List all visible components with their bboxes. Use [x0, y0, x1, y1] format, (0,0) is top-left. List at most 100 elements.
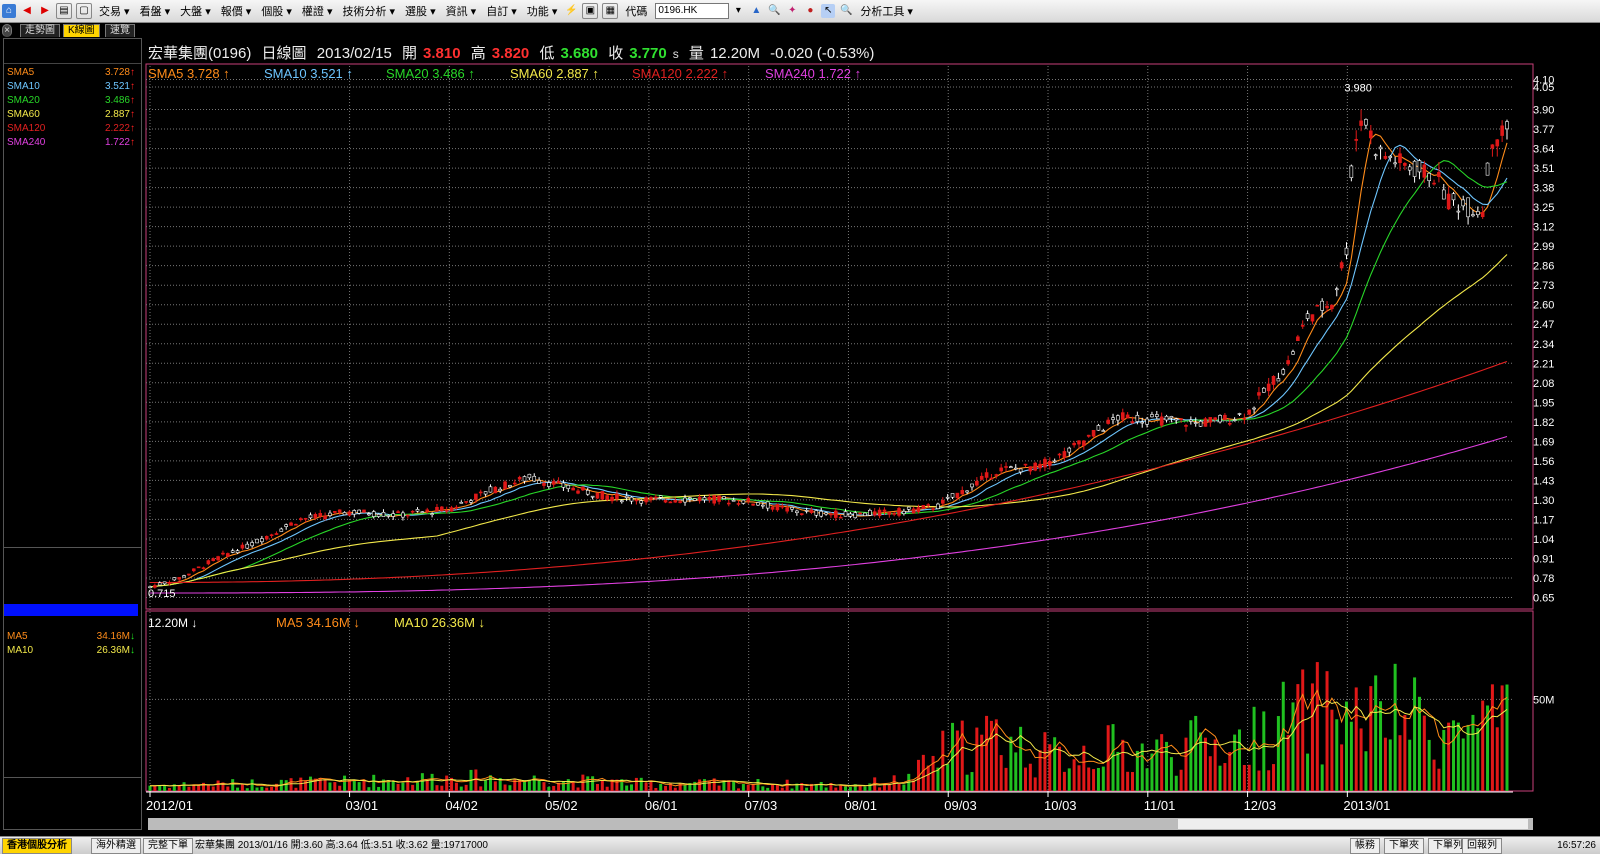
price-ma-row: SMA10 3.521↑ [7, 80, 135, 93]
scrollbar-thumb[interactable] [1178, 819, 1528, 829]
volume-bar [377, 786, 381, 791]
candle-body [459, 501, 464, 504]
price-ma-name: SMA240 [7, 137, 46, 148]
menu-item-8[interactable]: 資訊 ▾ [441, 6, 482, 18]
candle-body [1096, 425, 1101, 431]
kline-chart[interactable]: 4.104.05 3.90 3.77 3.64 3.51 3.38 3.25 3.12 2.99… [0, 0, 1600, 853]
home-icon[interactable]: ⌂ [2, 4, 16, 18]
volume-indicator-header[interactable] [4, 604, 138, 616]
tab-overview[interactable]: 速覽 [105, 24, 135, 37]
menu-item-0[interactable]: 交易 ▾ [94, 6, 135, 18]
menu-item-4[interactable]: 個股 ▾ [256, 6, 297, 18]
candle-body [678, 501, 682, 503]
candle-body [284, 524, 288, 527]
volume-bar [936, 767, 940, 791]
menu-item-10[interactable]: 功能 ▾ [522, 6, 563, 18]
volume-bar [1437, 768, 1441, 791]
candle-body [1232, 419, 1237, 421]
candle-body [1120, 412, 1125, 420]
volume-bar [338, 785, 342, 791]
candle-body [1169, 416, 1174, 419]
candle-body [391, 513, 395, 517]
volume-bar [829, 782, 833, 791]
stock-code-input[interactable]: 0196.HK [655, 3, 730, 19]
news-icon[interactable]: ● [803, 4, 817, 18]
cursor-icon[interactable]: ↖ [821, 4, 836, 18]
alert-icon[interactable]: ✦ [785, 4, 799, 18]
menu-item-5[interactable]: 權證 ▾ [297, 6, 338, 18]
x-tick-label: 06/01 [645, 798, 678, 813]
tab-kline[interactable]: K線圖 [63, 24, 100, 37]
analysis-icon[interactable]: 🔍 [839, 4, 853, 18]
candle-body [795, 510, 799, 514]
y-tick-label: 1.82 [1533, 417, 1554, 429]
quote-status: 宏華集團 2013/01/16 開:3.60 高:3.64 低:3.51 收:3… [195, 840, 488, 851]
chart-scrollbar[interactable] [148, 818, 1533, 830]
volume-bar [955, 730, 959, 791]
candle-body [1091, 429, 1096, 437]
volume-bar [683, 784, 687, 791]
menu-item-6[interactable]: 技術分析 ▾ [337, 6, 400, 18]
y-tick-label: 2.47 [1533, 319, 1554, 331]
candle-body [960, 490, 965, 495]
candle-body [1407, 166, 1412, 171]
account-button[interactable]: 帳務 [1350, 838, 1380, 854]
volume-bar [245, 788, 249, 791]
candle-body [1441, 189, 1446, 200]
arrow-down-icon: ↓ [130, 645, 135, 656]
candle-body [488, 486, 493, 493]
volume-bar [951, 722, 955, 791]
volume-bar [167, 787, 171, 791]
volume-bar [1130, 772, 1134, 791]
candle-body [600, 491, 605, 500]
volume-bar [1160, 734, 1164, 791]
volume-bar [313, 778, 317, 791]
volume-bar [1199, 732, 1203, 791]
menu-item-7[interactable]: 選股 ▾ [400, 6, 441, 18]
candle-body [571, 487, 575, 491]
candle-body [1067, 447, 1072, 453]
clipboard-icon[interactable]: ▦ [602, 3, 619, 19]
volume-bar [182, 782, 186, 791]
volume-bar [571, 781, 575, 791]
volume-bar [1014, 752, 1018, 791]
candle-body [328, 512, 332, 516]
analysis-tools-menu[interactable]: 分析工具 ▾ [855, 3, 918, 19]
report-list-button[interactable]: 回報列 [1462, 838, 1502, 854]
menu-item-2[interactable]: 大盤 ▾ [175, 6, 216, 18]
menu-item-3[interactable]: 報價 ▾ [216, 6, 257, 18]
candle-body [566, 484, 571, 489]
candle-body [1320, 300, 1324, 311]
volume-bar [985, 715, 989, 791]
sma-line [149, 144, 1508, 588]
menu-item-1[interactable]: 看盤 ▾ [135, 6, 176, 18]
flash-icon[interactable]: ⚡ [564, 4, 578, 18]
order-folder-button[interactable]: 下單夾 [1384, 838, 1424, 854]
candle-body [911, 508, 916, 514]
candle-body [717, 495, 721, 502]
candle-body [230, 550, 235, 553]
volume-bar [250, 779, 254, 791]
dropdown-icon[interactable]: ▾ [731, 4, 745, 18]
menu-item-9[interactable]: 自訂 ▾ [481, 6, 522, 18]
volume-bar [343, 775, 347, 791]
overseas-button[interactable]: 海外精選 [91, 838, 141, 854]
legend-sma10: SMA10 3.521 ↑ [264, 66, 353, 81]
volume-bar [1116, 751, 1120, 791]
forward-icon[interactable]: ▶ [38, 4, 52, 18]
hk-analysis-button[interactable]: 香港個股分析 [2, 838, 72, 854]
candle-body [955, 492, 960, 499]
view-tabs: × 走勢圖 K線圖 速覽 [0, 23, 1600, 37]
print-icon[interactable]: ▤ [56, 3, 72, 19]
tab-trend[interactable]: 走勢圖 [20, 24, 60, 37]
back-icon[interactable]: ◀ [20, 4, 34, 18]
candle-body [269, 534, 274, 537]
tab-close-icon[interactable]: × [2, 24, 12, 37]
save-icon[interactable]: ▣ [582, 3, 599, 19]
chart-icon[interactable]: ▲ [749, 4, 763, 18]
search-icon[interactable]: 🔍 [767, 4, 781, 18]
volume-bar [1194, 715, 1198, 791]
order-button[interactable]: 完整下單 [143, 838, 193, 854]
window-icon[interactable]: ▢ [76, 3, 92, 19]
volume-bar [406, 777, 410, 791]
